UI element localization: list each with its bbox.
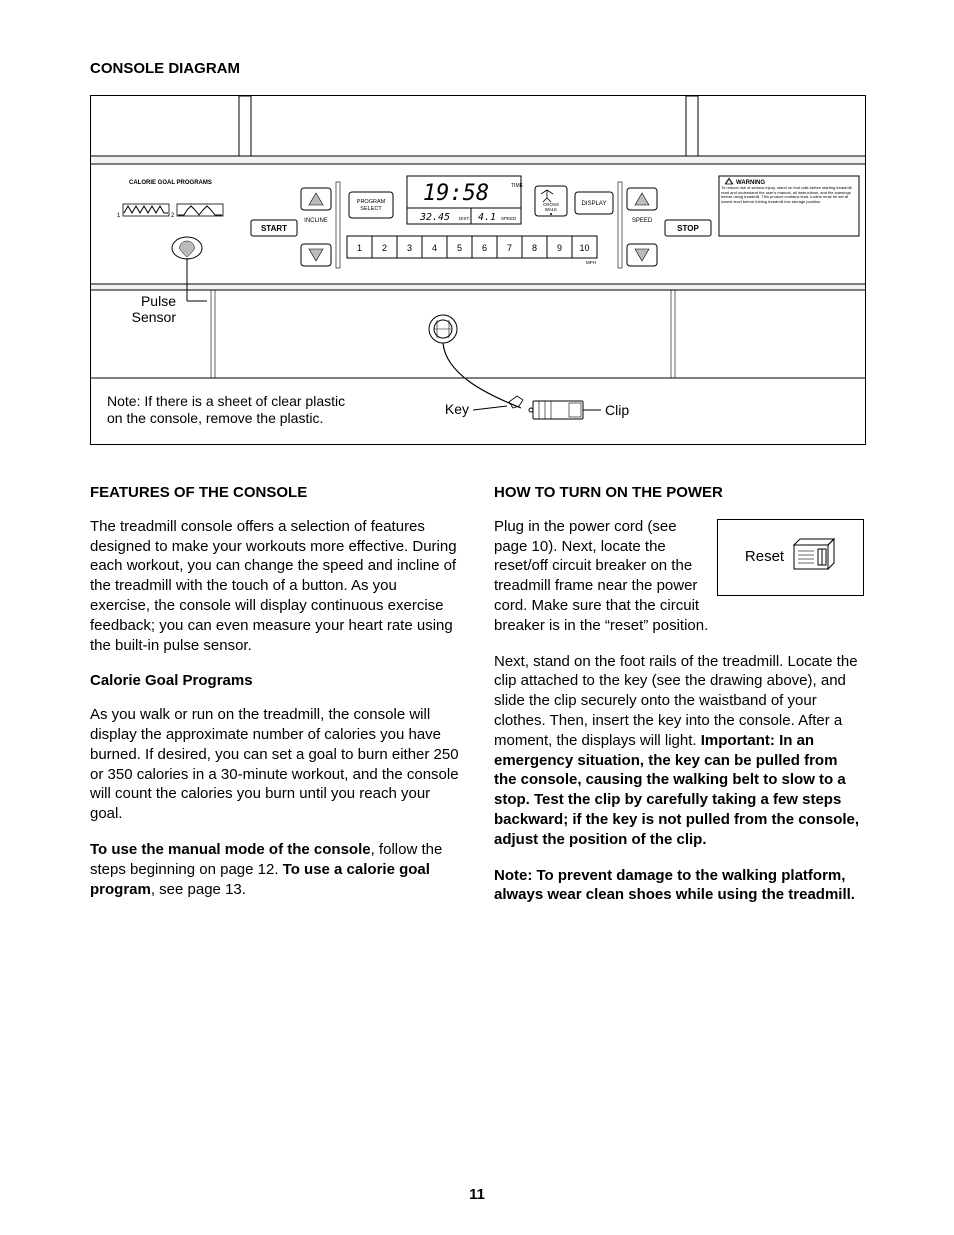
svg-text:1: 1: [117, 213, 121, 219]
svg-text:1: 1: [357, 243, 362, 253]
svg-text:SPEED: SPEED: [632, 218, 653, 224]
svg-text:Clip: Clip: [605, 402, 629, 418]
svg-text:PROGRAM: PROGRAM: [357, 199, 386, 205]
heading-console-diagram: CONSOLE DIAGRAM: [90, 60, 864, 77]
svg-text:2: 2: [382, 243, 387, 253]
calorie-sub: Calorie Goal Programs: [90, 671, 460, 691]
svg-text:DISPLAY: DISPLAY: [582, 201, 607, 207]
svg-text:WALK: WALK: [545, 207, 558, 212]
svg-text:9: 9: [557, 243, 562, 253]
svg-text:Sensor: Sensor: [132, 309, 177, 325]
svg-text:MPH: MPH: [586, 260, 596, 265]
svg-text:INCLINE: INCLINE: [304, 218, 328, 224]
reset-label: Reset: [745, 547, 784, 567]
svg-text:DIST.: DIST.: [459, 216, 470, 221]
features-title: FEATURES OF THE CONSOLE: [90, 483, 460, 503]
calorie-p: As you walk or run on the treadmill, the…: [90, 705, 460, 824]
svg-text:4.1: 4.1: [478, 212, 496, 223]
svg-text:START: START: [261, 224, 287, 233]
svg-text:19:58: 19:58: [423, 181, 489, 206]
svg-text:TIME: TIME: [511, 183, 524, 189]
svg-text:8: 8: [532, 243, 537, 253]
svg-text:SPEED: SPEED: [501, 216, 517, 221]
power-title: HOW TO TURN ON THE POWER: [494, 483, 864, 503]
power-p2: Next, stand on the foot rails of the tre…: [494, 652, 864, 850]
reset-diagram: Reset: [717, 519, 864, 596]
svg-text:3: 3: [407, 243, 412, 253]
manual-p: To use the manual mode of the console, f…: [90, 840, 460, 899]
features-p1: The treadmill console offers a selection…: [90, 517, 460, 656]
calorie-goal-label: CALORIE GOAL PROGRAMS: [129, 180, 212, 186]
svg-text:4: 4: [432, 243, 437, 253]
svg-text:Key: Key: [445, 401, 469, 417]
svg-text:7: 7: [507, 243, 512, 253]
svg-text:32.45: 32.45: [419, 212, 450, 223]
svg-text:Pulse: Pulse: [141, 293, 176, 309]
svg-text:2: 2: [171, 213, 175, 219]
svg-text:on the console, remove the pla: on the console, remove the plastic.: [107, 410, 323, 426]
svg-text:Note: If there is a sheet of c: Note: If there is a sheet of clear plast…: [107, 393, 345, 409]
svg-text:STOP: STOP: [677, 224, 699, 233]
page-number: 11: [0, 1186, 954, 1203]
svg-text:5: 5: [457, 243, 462, 253]
svg-text:SELECT: SELECT: [360, 206, 382, 212]
svg-text:6: 6: [482, 243, 487, 253]
console-diagram: CALORIE GOAL PROGRAMS 1 2 START INCLINE: [90, 95, 866, 445]
power-p3: Note: To prevent damage to the walking p…: [494, 866, 864, 906]
svg-text:10: 10: [579, 243, 589, 253]
